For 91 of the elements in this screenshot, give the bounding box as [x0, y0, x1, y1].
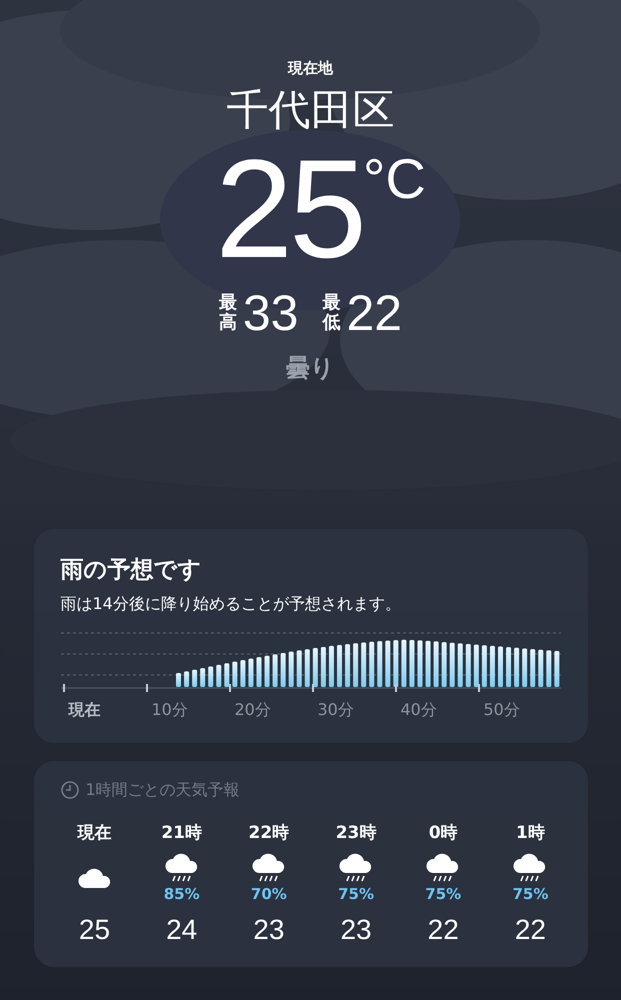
range-label: 最高: [218, 293, 237, 333]
axis-tick: [146, 684, 148, 692]
rain-bar: [408, 640, 414, 687]
location-label: 現在地: [288, 58, 333, 78]
rain-bar: [320, 646, 326, 687]
rain-bar: [368, 642, 374, 687]
hour-temperature: 23: [253, 913, 284, 947]
axis-tick: [228, 684, 230, 692]
rain-bar: [530, 649, 535, 687]
axis-label: 10分: [150, 699, 189, 721]
current-temperature: 25: [215, 136, 363, 281]
temperature-unit: °C: [362, 146, 426, 212]
rain-bar: [352, 643, 358, 687]
rain-message: 雨は14分後に降り始めることが予想されます。: [60, 593, 402, 615]
rain-bar: [304, 649, 310, 687]
rain-bar: [384, 640, 390, 687]
rain-bar: [336, 644, 342, 687]
rain-bar: [522, 648, 527, 687]
hour-temperature: 25: [78, 913, 110, 947]
rain-bar: [514, 648, 519, 687]
city-name: 千代田区: [226, 84, 394, 136]
rain-bar: [392, 640, 398, 687]
rain-bar: [328, 646, 334, 687]
rain-bar: [264, 656, 270, 687]
condition-text: 曇り: [286, 353, 335, 383]
axis-tick: [62, 684, 64, 692]
rain-bar: [465, 644, 470, 687]
hour-temperature: 22: [514, 913, 546, 947]
rain-bar: [272, 654, 278, 687]
rain-bar: [554, 651, 559, 687]
card-title: 1時間ごとの天気予報: [86, 779, 240, 801]
card-title: 雨の予想です: [60, 556, 202, 585]
rain-bar: [506, 647, 511, 687]
range-label: 最低: [322, 293, 340, 333]
axis-label: 50分: [482, 699, 521, 721]
rain-bar: [538, 650, 543, 687]
axis-label: 40分: [400, 699, 438, 721]
range-temperature: 22: [346, 285, 402, 341]
rain-bar: [280, 652, 286, 687]
rain-bar: [192, 670, 197, 687]
rain-bar: [489, 646, 494, 687]
rain-chance: 75%: [338, 885, 374, 903]
axis-tick: [312, 684, 314, 692]
rain-bar: [296, 650, 302, 687]
rain-bar: [425, 640, 430, 687]
rain-bar: [481, 645, 486, 687]
hour-temperature: 24: [166, 913, 198, 947]
hour-label: 1時: [516, 822, 545, 845]
axis-label: 30分: [316, 699, 355, 721]
rain-bar: [216, 664, 221, 687]
rain-bar: [240, 660, 245, 687]
hour-label: 22時: [248, 822, 290, 845]
hour-temperature: 22: [428, 913, 459, 947]
rain-bar: [400, 640, 406, 687]
rain-bar: [376, 641, 382, 687]
rain-chance: 75%: [512, 885, 548, 903]
rain-bar: [224, 663, 229, 687]
axis-label: 20分: [234, 699, 272, 721]
hour-label: 0時: [428, 822, 458, 845]
rain-bar: [441, 642, 446, 687]
axis-label: 現在: [67, 699, 102, 721]
rain-bar: [200, 668, 205, 687]
rain-bar: [256, 657, 261, 687]
rain-bar: [498, 646, 502, 687]
cloud-icon: [76, 867, 112, 889]
rain-bar: [176, 673, 180, 687]
clock-icon: [60, 780, 80, 800]
rain-bar: [449, 642, 454, 687]
hour-temperature: 23: [340, 913, 372, 947]
rain-bar: [433, 641, 438, 687]
rain-chance: 85%: [164, 885, 200, 903]
rain-bar: [184, 671, 189, 687]
rain-bar: [360, 642, 366, 687]
rain-chance: 75%: [425, 885, 462, 903]
rain-bar: [417, 640, 422, 687]
axis-tick: [394, 684, 396, 692]
rain-bar: [473, 644, 478, 687]
rain-bar: [288, 652, 294, 687]
hour-label: 21時: [161, 822, 202, 845]
rain-bar: [312, 648, 318, 687]
rain-bar: [344, 644, 350, 687]
rain-bar: [457, 643, 462, 687]
rain-bar: [248, 658, 253, 687]
rain-bar: [546, 650, 551, 687]
hour-label: 現在: [78, 822, 112, 845]
rain-bar: [208, 666, 213, 687]
rain-chance: 70%: [250, 885, 287, 903]
rain-bar: [232, 662, 237, 687]
hour-label: 23時: [336, 822, 376, 845]
range-temperature: 33: [242, 285, 298, 341]
axis-tick: [478, 684, 480, 692]
